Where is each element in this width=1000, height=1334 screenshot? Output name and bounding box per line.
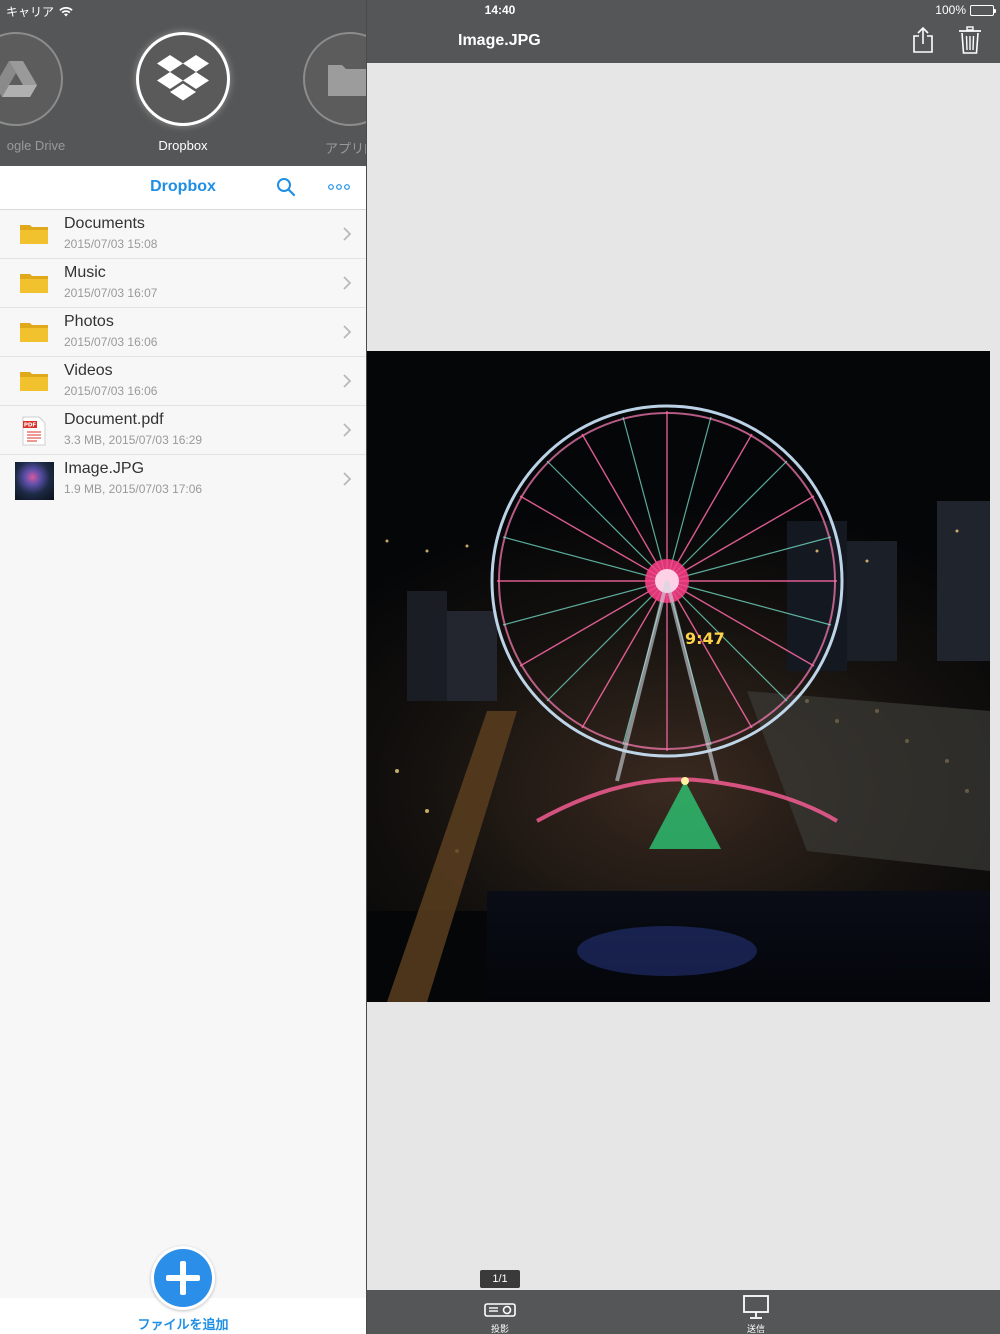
folder-icon	[20, 372, 48, 391]
status-bar: キャリア 14:40 100%	[0, 0, 1000, 20]
file-row-music[interactable]: Music 2015/07/03 16:07	[0, 259, 366, 308]
pdf-file-icon: PDF	[22, 416, 46, 446]
tab-label: 送信	[746, 1324, 765, 1334]
trash-icon[interactable]	[958, 26, 982, 54]
file-name: Music	[64, 264, 106, 281]
chevron-right-icon	[343, 276, 352, 290]
chevron-right-icon	[343, 227, 352, 241]
file-row-document-pdf[interactable]: PDF Document.pdf 3.3 MB, 2015/07/03 16:2…	[0, 406, 366, 455]
folder-icon	[20, 225, 48, 244]
google-drive-icon	[0, 61, 37, 97]
viewer-pane: Image.JPG 9:47 1/1 投影 送信	[367, 0, 1000, 1334]
monitor-icon	[743, 1295, 769, 1319]
wheel-clock: 9:47	[685, 629, 725, 648]
chevron-right-icon	[343, 472, 352, 486]
folder-icon	[20, 323, 48, 342]
file-row-videos[interactable]: Videos 2015/07/03 16:06	[0, 357, 366, 406]
file-meta: 3.3 MB, 2015/07/03 16:29	[64, 433, 203, 447]
search-icon[interactable]	[276, 177, 296, 197]
nav-title: Dropbox	[150, 178, 216, 195]
folder-icon	[20, 274, 48, 293]
tab-label: 投影	[490, 1324, 509, 1334]
file-row-documents[interactable]: Documents 2015/07/03 15:08	[0, 210, 366, 259]
service-google-drive[interactable]: ogle Drive	[0, 32, 65, 153]
file-name: Image.JPG	[64, 460, 145, 477]
image-thumbnail	[15, 462, 54, 500]
file-list: Documents 2015/07/03 15:08 Music 2015/07…	[0, 210, 366, 504]
battery-icon	[970, 4, 996, 16]
dropbox-icon	[157, 55, 209, 101]
file-browser-pane: ogle Drive Dropbox アプリ内フォ	[0, 0, 366, 1334]
battery-percent: 100%	[935, 3, 966, 17]
file-meta: 2015/07/03 16:06	[64, 335, 158, 349]
status-battery: 100%	[935, 3, 996, 17]
service-selector: ogle Drive Dropbox アプリ内フォ	[0, 0, 366, 166]
more-icon[interactable]	[327, 178, 351, 196]
nav-bar: Dropbox	[0, 166, 366, 210]
share-icon[interactable]	[911, 26, 935, 54]
add-file-button[interactable]	[151, 1246, 215, 1310]
file-meta: 2015/07/03 16:07	[64, 286, 158, 300]
chevron-right-icon	[343, 374, 352, 388]
page-indicator: 1/1	[480, 1270, 520, 1288]
plus-icon	[154, 1249, 212, 1307]
status-time: 14:40	[484, 3, 516, 17]
pdf-badge: PDF	[24, 423, 37, 429]
tab-send[interactable]: 送信	[716, 1290, 796, 1334]
viewer-title: Image.JPG	[458, 32, 541, 49]
image-preview[interactable]: 9:47	[367, 351, 990, 1002]
ferris-wheel-photo: 9:47	[367, 351, 990, 1002]
service-dropbox[interactable]: Dropbox	[136, 32, 230, 153]
file-meta: 2015/07/03 15:08	[64, 237, 158, 251]
file-name: Document.pdf	[64, 411, 164, 428]
bottom-toolbar: 投影 送信	[367, 1290, 1000, 1334]
tab-project[interactable]: 投影	[460, 1290, 540, 1334]
add-file-label[interactable]: ファイルを追加	[0, 1314, 366, 1333]
folder-icon	[328, 65, 366, 96]
file-name: Documents	[64, 215, 145, 232]
chevron-right-icon	[343, 325, 352, 339]
service-app-folder[interactable]: アプリ内フォ	[303, 32, 366, 156]
service-label: Dropbox	[158, 138, 208, 153]
service-label: アプリ内フォ	[324, 141, 366, 156]
projector-icon	[484, 1303, 516, 1317]
file-name: Videos	[64, 362, 113, 379]
file-row-image-jpg[interactable]: Image.JPG 1.9 MB, 2015/07/03 17:06	[0, 455, 366, 504]
file-row-photos[interactable]: Photos 2015/07/03 16:06	[0, 308, 366, 357]
file-meta: 1.9 MB, 2015/07/03 17:06	[64, 482, 203, 496]
file-name: Photos	[64, 313, 114, 330]
file-meta: 2015/07/03 16:06	[64, 384, 158, 398]
chevron-right-icon	[343, 423, 352, 437]
